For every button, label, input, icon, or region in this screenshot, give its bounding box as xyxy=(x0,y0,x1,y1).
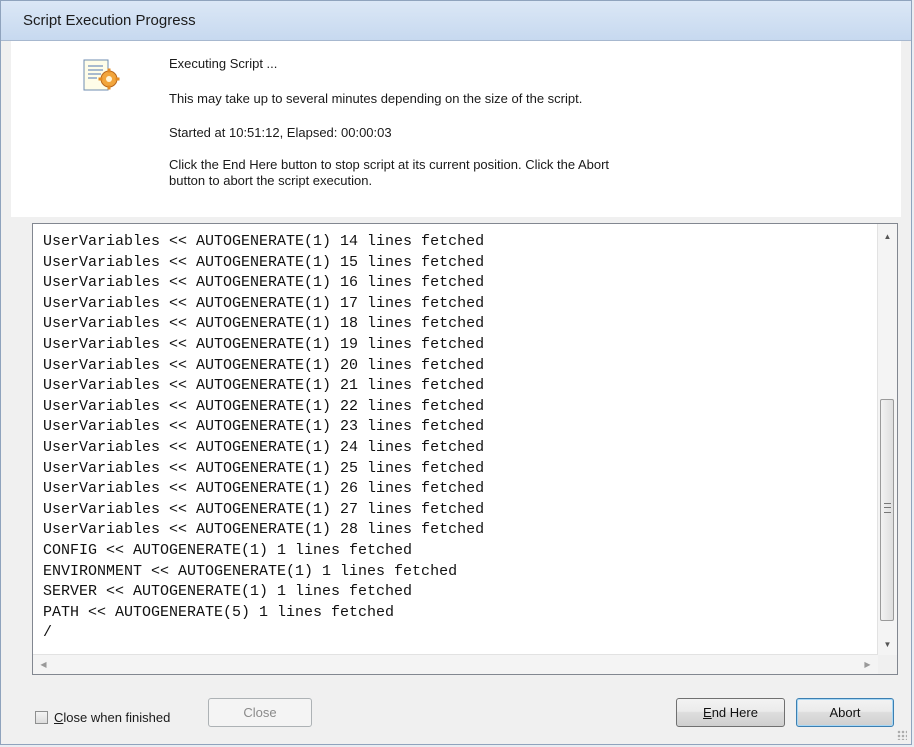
abort-button[interactable]: Abort xyxy=(796,698,894,727)
timing-text: Started at 10:51:12, Elapsed: 00:00:03 xyxy=(169,125,392,140)
log-line: UserVariables << AUTOGENERATE(1) 26 line… xyxy=(43,480,485,498)
log-line: ENVIRONMENT << AUTOGENERATE(1) 1 lines f… xyxy=(43,562,458,580)
log-line: CONFIG << AUTOGENERATE(1) 1 lines fetche… xyxy=(43,541,413,559)
log-line: UserVariables << AUTOGENERATE(1) 22 line… xyxy=(43,397,485,415)
log-line: UserVariables << AUTOGENERATE(1) 27 line… xyxy=(43,500,485,518)
log-line: UserVariables << AUTOGENERATE(1) 15 line… xyxy=(43,253,485,271)
script-execution-dialog: Script Execution Progress Executing Scri… xyxy=(0,0,912,745)
log-line: UserVariables << AUTOGENERATE(1) 18 line… xyxy=(43,315,485,333)
scroll-down-icon[interactable]: ▼ xyxy=(878,636,897,653)
duration-note: This may take up to several minutes depe… xyxy=(169,91,583,106)
instructions-line-1: Click the End Here button to stop script… xyxy=(169,157,610,172)
scroll-left-icon[interactable]: ◀ xyxy=(35,655,52,674)
scroll-up-icon[interactable]: ▲ xyxy=(878,228,897,245)
status-text: Executing Script ... xyxy=(169,56,278,71)
window-title: Script Execution Progress xyxy=(23,12,196,29)
close-when-finished-label[interactable]: Close when finished xyxy=(54,710,170,725)
horizontal-scrollbar[interactable]: ◀ ▶ xyxy=(33,654,878,674)
grip-icon xyxy=(884,503,891,513)
instructions-line-2: button to abort the script execution. xyxy=(169,173,373,188)
end-here-button[interactable]: End Here xyxy=(676,698,785,727)
resize-grip-icon[interactable] xyxy=(897,730,907,740)
script-log[interactable]: UserVariables << AUTOGENERATE(1) 14 line… xyxy=(32,223,898,675)
log-line: UserVariables << AUTOGENERATE(1) 16 line… xyxy=(43,274,485,292)
scroll-thumb[interactable] xyxy=(880,399,894,621)
title-bar[interactable]: Script Execution Progress xyxy=(1,1,911,41)
scroll-corner xyxy=(878,655,897,674)
log-content: UserVariables << AUTOGENERATE(1) 14 line… xyxy=(43,232,871,650)
log-line: UserVariables << AUTOGENERATE(1) 21 line… xyxy=(43,377,485,395)
log-line: / xyxy=(43,624,53,642)
log-line: UserVariables << AUTOGENERATE(1) 28 line… xyxy=(43,521,485,539)
scroll-right-icon[interactable]: ▶ xyxy=(859,655,876,674)
log-line: UserVariables << AUTOGENERATE(1) 17 line… xyxy=(43,294,485,312)
log-line: SERVER << AUTOGENERATE(1) 1 lines fetche… xyxy=(43,583,413,601)
log-line: UserVariables << AUTOGENERATE(1) 25 line… xyxy=(43,459,485,477)
log-line: UserVariables << AUTOGENERATE(1) 20 line… xyxy=(43,356,485,374)
close-button[interactable]: Close xyxy=(208,698,312,727)
log-line: UserVariables << AUTOGENERATE(1) 14 line… xyxy=(43,233,485,250)
log-line: UserVariables << AUTOGENERATE(1) 19 line… xyxy=(43,335,485,353)
header-panel: Executing Script ... This may take up to… xyxy=(11,41,901,217)
script-settings-icon xyxy=(83,59,120,91)
log-line: UserVariables << AUTOGENERATE(1) 23 line… xyxy=(43,418,485,436)
vertical-scrollbar[interactable]: ▲ ▼ xyxy=(877,224,897,655)
log-line: PATH << AUTOGENERATE(5) 1 lines fetched xyxy=(43,603,395,621)
close-when-finished-checkbox[interactable] xyxy=(35,711,48,724)
log-line: UserVariables << AUTOGENERATE(1) 24 line… xyxy=(43,438,485,456)
